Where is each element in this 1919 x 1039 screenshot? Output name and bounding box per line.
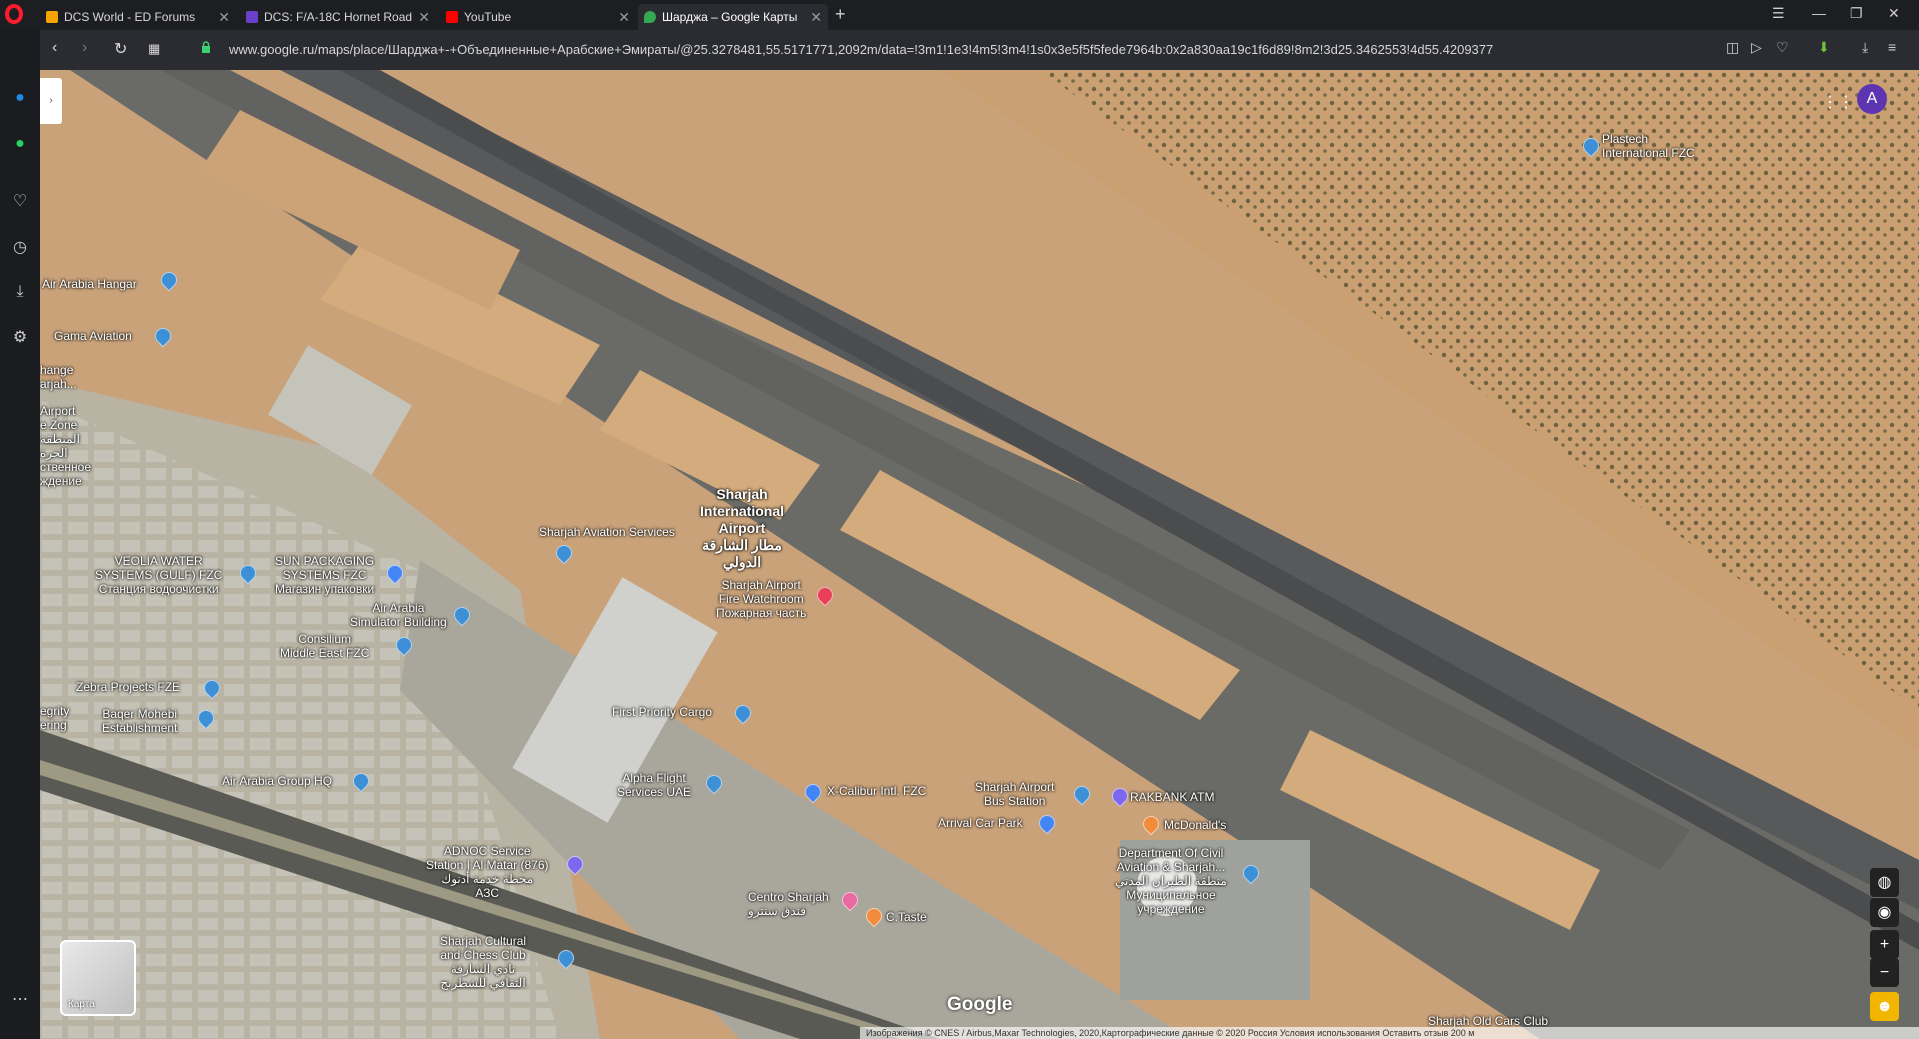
poi-label-partial-free-zone[interactable]: Airport e Zone المنطقة الحرة ственное жд…	[40, 404, 91, 488]
google-logo: Google	[947, 994, 1013, 1015]
settings-icon[interactable]: ⚙	[10, 328, 30, 348]
tab-hornet-road[interactable]: DCS: F/A-18C Hornet Road ✕	[240, 4, 436, 30]
globe-icon[interactable]: ◍	[1870, 868, 1899, 897]
close-tab-icon[interactable]: ✕	[618, 9, 630, 26]
map-attribution: Изображения © CNES / Airbus,Maxar Techno…	[860, 1027, 1919, 1039]
opera-sidebar: ● ● ♡ ◷ ⤓ ⚙ ⋯	[0, 30, 40, 1039]
tab-title: DCS: F/A-18C Hornet Road	[264, 10, 413, 24]
adblock-icon[interactable]: ⬇	[1818, 39, 1830, 56]
poi-label-civil-aviation[interactable]: Department Of Civil Aviation & Sharjah..…	[1115, 846, 1227, 916]
poi-label-mcdonalds[interactable]: McDonald's	[1164, 818, 1226, 832]
zoom-out-button[interactable]: −	[1870, 958, 1899, 987]
poi-label-first-priority[interactable]: First Priority Cargo	[612, 705, 712, 719]
downloads-icon[interactable]: ⤓	[1862, 39, 1868, 56]
poi-label-c-taste[interactable]: C.Taste	[886, 910, 927, 924]
poi-label-rakbank[interactable]: RAKBANK ATM	[1130, 790, 1214, 804]
close-tab-icon[interactable]: ✕	[810, 9, 822, 26]
close-tab-icon[interactable]: ✕	[418, 9, 430, 26]
tab-title: YouTube	[464, 10, 512, 24]
heart-icon[interactable]: ♡	[10, 192, 30, 212]
heart-icon[interactable]: ♡	[1776, 39, 1789, 56]
poi-label-bus-station[interactable]: Sharjah Airport Bus Station	[975, 780, 1054, 808]
poi-label-sun-packaging[interactable]: SUN PACKAGING SYSTEMS FZC Магазин упаков…	[275, 554, 374, 596]
poi-label-centro[interactable]: Centro Sharjah فندق سنترو	[748, 890, 829, 918]
poi-label-consilium[interactable]: Consilium Middle East FZC	[280, 632, 369, 660]
tab-favicon-icon	[644, 11, 656, 23]
tab-favicon-icon	[446, 11, 458, 23]
zoom-in-button[interactable]: +	[1870, 930, 1899, 959]
camera-icon[interactable]: ◫	[1726, 39, 1739, 56]
opera-logo-icon[interactable]	[5, 4, 23, 24]
poi-label-simulator[interactable]: Air Arabia Simulator Building	[350, 601, 447, 629]
easy-setup-icon[interactable]: ≡	[1888, 39, 1896, 55]
poi-label-x-calibur[interactable]: X-Calibur Intl. FZC	[827, 784, 926, 798]
close-window-icon[interactable]: ✕	[1888, 5, 1900, 22]
poi-label-adnoc[interactable]: ADNOC Service Station | Al Matar (876) م…	[426, 844, 549, 900]
poi-label-baqer[interactable]: Baqer Mohebi Establishment	[102, 707, 177, 735]
speed-dial-icon[interactable]: ▦	[148, 41, 160, 57]
tab-menu-icon[interactable]: ☰	[1772, 5, 1785, 22]
tab-favicon-icon	[46, 11, 58, 23]
lock-icon	[202, 41, 210, 53]
poi-label-zebra[interactable]: Zebra Projects FZE	[76, 680, 180, 694]
poi-label-veolia[interactable]: VEOLIA WATER SYSTEMS (GULF) FZC Станция …	[95, 554, 222, 596]
poi-label-sharjah-aviation-services[interactable]: Sharjah Aviation Services	[539, 525, 675, 539]
downloads-icon[interactable]: ⤓	[10, 282, 30, 302]
pegman-icon[interactable]: ☻	[1870, 992, 1899, 1021]
tab-title: DCS World - ED Forums	[64, 10, 196, 24]
collapse-panel-button[interactable]: ›	[40, 78, 62, 124]
poi-label-old-cars-club[interactable]: Sharjah Old Cars Club	[1428, 1014, 1548, 1028]
satellite-map[interactable]: › ⋮⋮⋮ A Plastech International FZC Air A…	[40, 70, 1919, 1039]
forward-icon[interactable]: ›	[82, 39, 87, 57]
poi-label-gama-aviation[interactable]: Gama Aviation	[54, 329, 132, 343]
tab-google-maps[interactable]: Шарджа – Google Карты ✕	[638, 4, 828, 30]
layer-label: Карта	[68, 999, 95, 1010]
poi-label-arrival-car-park[interactable]: Arrival Car Park	[938, 816, 1023, 830]
messenger-icon[interactable]: ●	[10, 88, 30, 108]
address-bar: ‹ › ↻ ▦ www.google.ru/maps/place/Шарджа+…	[40, 30, 1919, 70]
back-icon[interactable]: ‹	[52, 39, 57, 57]
history-icon[interactable]: ◷	[10, 238, 30, 258]
tab-bar: DCS World - ED Forums ✕ DCS: F/A-18C Hor…	[0, 0, 1919, 30]
account-avatar[interactable]: A	[1857, 84, 1887, 114]
poi-label-plastech[interactable]: Plastech International FZC	[1602, 132, 1695, 160]
poi-label-partial-integrity[interactable]: egrity ering	[40, 704, 69, 732]
restore-icon[interactable]: ❐	[1850, 5, 1863, 22]
poi-label-alpha-flight[interactable]: Alpha Flight Services UAE	[617, 771, 691, 799]
poi-label-air-arabia-hq[interactable]: Air Arabia Group HQ	[222, 774, 332, 788]
tab-dcs-forums[interactable]: DCS World - ED Forums ✕	[40, 4, 236, 30]
poi-label-partial-exchange[interactable]: hange arjah...	[40, 363, 77, 391]
tab-title: Шарджа – Google Карты	[662, 10, 798, 24]
tab-favicon-icon	[246, 11, 258, 23]
poi-label-chess-club[interactable]: Sharjah Cultural and Chess Club نادي الش…	[440, 934, 526, 990]
tab-youtube[interactable]: YouTube ✕	[440, 4, 636, 30]
new-tab-button[interactable]: +	[835, 4, 846, 25]
poi-label-sharjah-airport[interactable]: Sharjah International Airport مطار الشار…	[700, 486, 784, 571]
reload-icon[interactable]: ↻	[114, 39, 127, 59]
minimize-icon[interactable]: —	[1812, 5, 1826, 21]
url-text[interactable]: www.google.ru/maps/place/Шарджа+-+Объеди…	[229, 42, 1493, 57]
more-icon[interactable]: ⋯	[10, 990, 30, 1010]
my-location-icon[interactable]: ◉	[1870, 898, 1899, 927]
whatsapp-icon[interactable]: ●	[10, 134, 30, 154]
poi-label-fire-watchroom[interactable]: Sharjah Airport Fire Watchroom Пожарная …	[716, 578, 806, 620]
poi-label-air-arabia-hangar[interactable]: Air Arabia Hangar	[42, 277, 137, 291]
send-icon[interactable]: ▷	[1751, 39, 1762, 56]
layer-switcher[interactable]: Карта	[60, 940, 136, 1016]
close-tab-icon[interactable]: ✕	[218, 9, 230, 26]
